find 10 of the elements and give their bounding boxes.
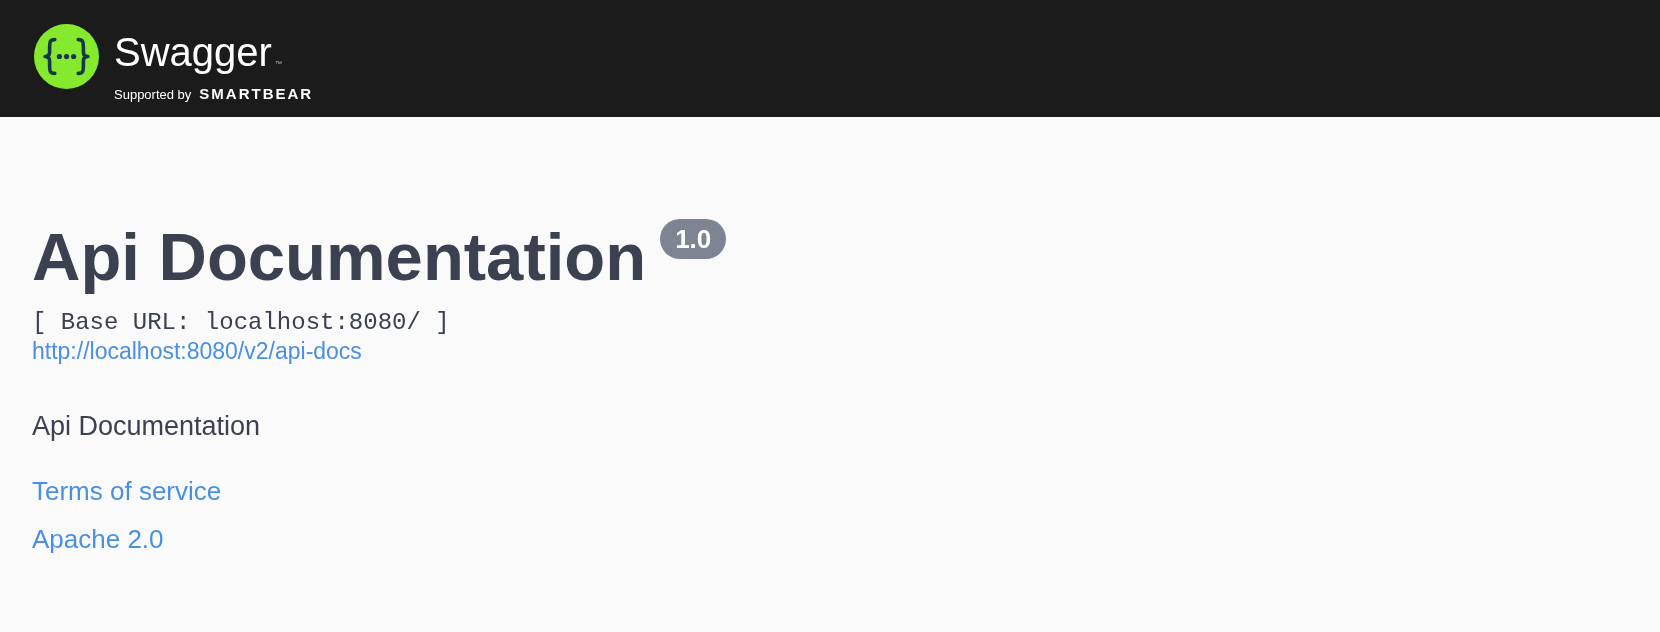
base-url-text: [ Base URL: localhost:8080/ ] xyxy=(32,311,450,335)
api-docs-link[interactable]: http://localhost:8080/v2/api-docs xyxy=(32,340,362,363)
info-link[interactable]: Apache 2.0 xyxy=(32,526,164,552)
sponsor-wordmark: SMARTBEAR xyxy=(199,86,314,101)
info-link[interactable]: Terms of service xyxy=(32,478,222,504)
version-badge: 1.0 xyxy=(660,219,727,259)
description-text: Api Documentation xyxy=(32,413,261,440)
braces-logo-icon xyxy=(34,24,99,89)
logo-wordmark: Swagger xyxy=(114,32,272,72)
tagline-text: Supported by xyxy=(114,88,192,101)
